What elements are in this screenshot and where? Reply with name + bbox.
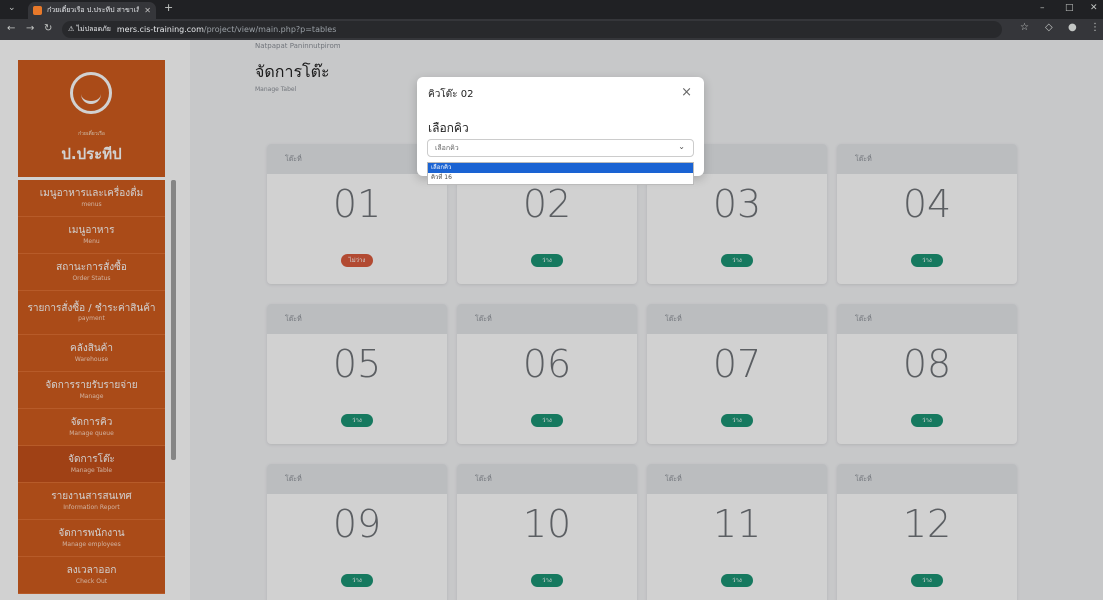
url-host: mers.cis-training.com bbox=[116, 25, 204, 34]
browser-tab-bar: ⌄ ก๋วยเตี๋ยวเรือ ป.ประทีป สาขาเลียบถน ✕ … bbox=[0, 0, 1103, 19]
reload-icon[interactable]: ↻ bbox=[44, 23, 52, 34]
url-path: /project/view/main.php?p=tables bbox=[203, 25, 337, 34]
dropdown-option[interactable]: เลือกคิว bbox=[428, 163, 693, 173]
modal-title: คิวโต๊ะ 02 bbox=[428, 89, 474, 100]
close-icon[interactable]: × bbox=[681, 85, 692, 100]
page-viewport: ก๋วยเตี๋ยวเรือ ป.ประทีป เมนูอาหารและเครื… bbox=[0, 40, 1103, 600]
close-window-icon[interactable]: ✕ bbox=[1090, 3, 1098, 13]
profile-icon[interactable]: ● bbox=[1068, 22, 1077, 33]
menu-kebab-icon[interactable]: ⋮ bbox=[1090, 22, 1100, 33]
favicon-icon bbox=[33, 6, 42, 15]
tab-search-icon[interactable]: ⌄ bbox=[8, 3, 16, 13]
not-secure-warning[interactable]: ⚠ ไม่ปลอดภัย bbox=[68, 24, 111, 35]
forward-icon[interactable]: → bbox=[26, 23, 34, 34]
tab-title: ก๋วยเตี๋ยวเรือ ป.ประทีป สาขาเลียบถน bbox=[47, 6, 140, 14]
maximize-icon[interactable]: □ bbox=[1065, 3, 1074, 13]
browser-tab[interactable]: ก๋วยเตี๋ยวเรือ ป.ประทีป สาขาเลียบถน ✕ bbox=[28, 2, 156, 19]
select-label: เลือกคิว bbox=[428, 121, 469, 135]
select-value: เลือกคิว bbox=[435, 143, 459, 152]
extensions-icon[interactable]: ◇ bbox=[1045, 22, 1053, 33]
queue-dropdown: เลือกคิว คิวที่ 16 bbox=[427, 162, 694, 185]
chevron-down-icon: ⌄ bbox=[678, 142, 685, 151]
minimize-icon[interactable]: – bbox=[1040, 3, 1045, 13]
back-icon[interactable]: ← bbox=[7, 23, 15, 34]
new-tab-icon[interactable]: + bbox=[164, 1, 173, 14]
dropdown-option[interactable]: คิวที่ 16 bbox=[428, 173, 693, 183]
url-field[interactable]: ⚠ ไม่ปลอดภัย mers.cis-training.com /proj… bbox=[62, 21, 1002, 38]
address-bar-row: ← → ↻ ⚠ ไม่ปลอดภัย mers.cis-training.com… bbox=[0, 19, 1103, 40]
queue-select[interactable]: เลือกคิว ⌄ bbox=[427, 139, 694, 157]
tab-close-icon[interactable]: ✕ bbox=[144, 6, 151, 15]
bookmark-star-icon[interactable]: ☆ bbox=[1020, 22, 1029, 33]
